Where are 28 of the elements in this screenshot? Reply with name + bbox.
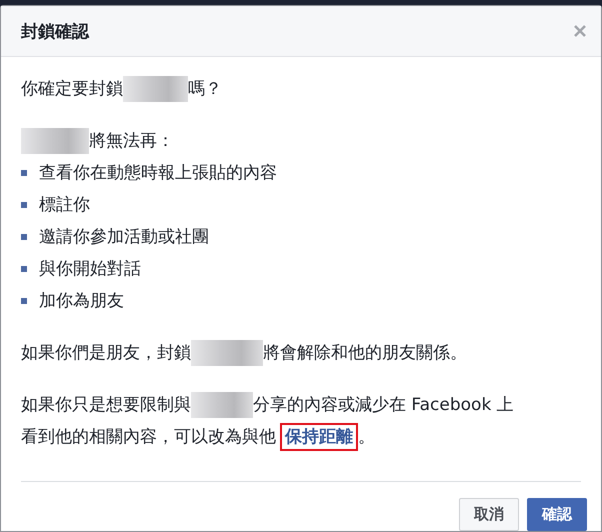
blurred-name [191,340,263,366]
cancel-button[interactable]: 取消 [459,498,519,531]
dialog-title: 封鎖確認 [21,20,89,42]
list-item: 邀請你參加活動或社團 [39,226,209,249]
blurred-name [123,76,188,102]
bullet-icon [21,170,27,176]
confirm-button[interactable]: 確認 [527,498,587,531]
list-item: 標註你 [39,194,90,217]
friends-note: 如果你們是朋友，封鎖 [21,343,191,363]
blurred-name [191,392,253,418]
blurred-name [21,128,89,154]
list-item: 加你為朋友 [39,290,124,313]
limit-note: 如果你只是想要限制與 [21,394,191,417]
list-item: 查看你在動態時報上張貼的內容 [39,162,277,185]
keep-distance-link[interactable]: 保持距離 [280,423,358,451]
list-item: 與你開始對話 [39,258,141,281]
friends-note: 將會解除和他的朋友關係。 [263,343,467,363]
bullet-icon [21,266,27,272]
limit-note: 分享的內容或減少在 Facebook 上 [253,394,514,417]
question-text: 嗎？ [188,79,222,99]
list-intro: 將無法再： [89,131,174,151]
limit-note: 。 [358,426,375,449]
bullet-icon [21,234,27,240]
bullet-icon [21,202,27,208]
limit-note: 看到他的相關內容，可以改為與他 [21,426,276,449]
question-text: 你確定要封鎖 [21,79,123,99]
close-icon[interactable] [573,24,587,38]
bullet-icon [21,298,27,304]
